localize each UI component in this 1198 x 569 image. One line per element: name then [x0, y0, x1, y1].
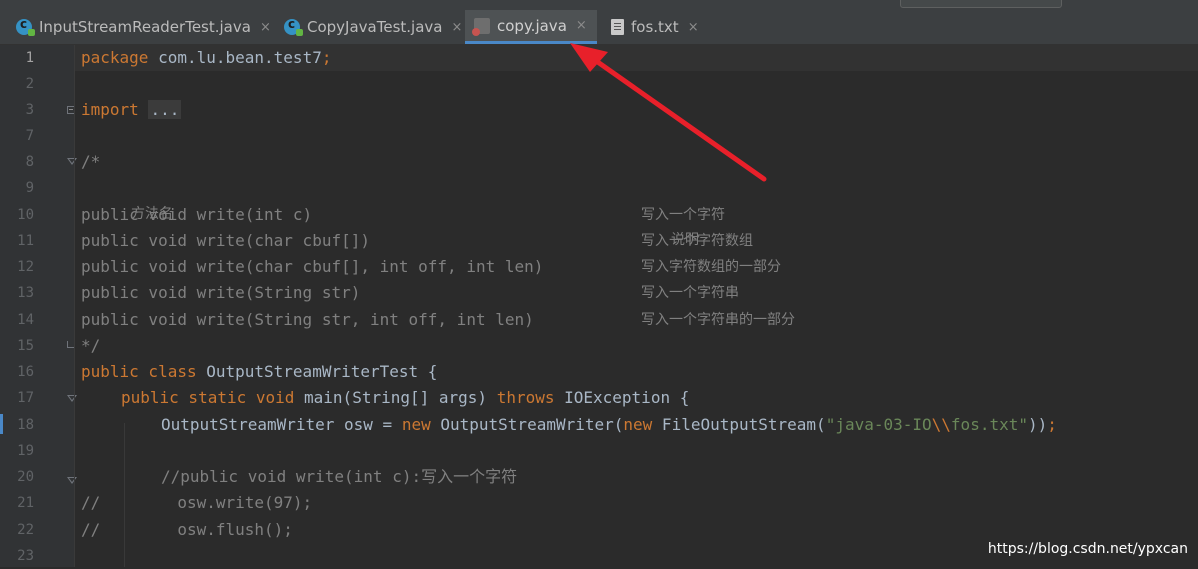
- code-line-12[interactable]: public void write(char cbuf[], int off, …: [81, 254, 1081, 280]
- code-line-10[interactable]: public void write(int c) 写入一个字符: [81, 202, 1081, 228]
- code-line-8[interactable]: /*: [81, 149, 100, 175]
- code-line-13[interactable]: public void write(String str) 写入一个字符串: [81, 280, 1081, 306]
- code-text: OutputStreamWriter(: [430, 415, 624, 434]
- line-number: 17: [17, 390, 34, 406]
- code-line-22[interactable]: // osw.flush();: [81, 517, 293, 543]
- close-icon[interactable]: ×: [451, 20, 462, 35]
- tab-fos-txt[interactable]: fos.txt ×: [603, 10, 703, 44]
- line-number: 9: [25, 180, 34, 196]
- java-class-icon: [284, 17, 303, 36]
- run-config-dropdown[interactable]: [900, 0, 1062, 8]
- keyword: throws: [496, 388, 555, 407]
- code-text: com.lu.bean.test7: [148, 48, 322, 67]
- method-description: 写入字符数组的一部分: [641, 259, 781, 275]
- code-line-9[interactable]: 方法名 说明: [81, 175, 1081, 248]
- line-number: 20: [17, 469, 34, 485]
- keyword: public static void: [121, 388, 295, 407]
- line-number: 22: [17, 522, 34, 538]
- line-number: 7: [25, 128, 34, 144]
- method-description: 写入一个字符数组: [641, 233, 753, 249]
- semicolon: ;: [1047, 415, 1057, 434]
- string-literal: "java-03-IO: [825, 415, 932, 434]
- line-number: 23: [17, 548, 34, 564]
- line-number: 3: [25, 102, 34, 118]
- code-text: OutputStreamWriterTest {: [196, 362, 438, 381]
- change-marker: [0, 414, 3, 434]
- code-text: OutputStreamWriter osw =: [161, 415, 402, 434]
- code-text: main(String[] args): [294, 388, 497, 407]
- fold-collapse-icon[interactable]: [67, 477, 77, 484]
- tab-copy-java[interactable]: copy.java ×: [465, 10, 597, 44]
- fold-collapse-icon[interactable]: [67, 158, 77, 165]
- line-number: 16: [17, 364, 34, 380]
- close-icon[interactable]: ×: [576, 18, 587, 33]
- method-description: 写入一个字符串的一部分: [641, 312, 795, 328]
- method-signature: public void write(String str, int off, i…: [81, 310, 534, 329]
- string-literal: fos.txt": [950, 415, 1028, 434]
- method-signature: public void write(char cbuf[], int off, …: [81, 257, 544, 276]
- line-number: 2: [25, 76, 34, 92]
- line-number: 14: [17, 312, 34, 328]
- comment-text: //public void write(int c):写入一个字符: [161, 467, 518, 486]
- keyword: import: [81, 100, 139, 119]
- code-text: IOException {: [554, 388, 690, 407]
- fold-collapse-icon[interactable]: [67, 395, 77, 402]
- method-signature: public void write(String str): [81, 283, 361, 302]
- escape-sequence: \\: [931, 415, 951, 434]
- code-editor[interactable]: package com.lu.bean.test7; import ... /*…: [75, 45, 1198, 567]
- close-icon[interactable]: ×: [688, 20, 699, 35]
- keyword: new: [623, 415, 653, 434]
- line-number-gutter: 1 2 3 7 8 9 10 11 12 13 14 15 16 17 18 1…: [0, 45, 77, 567]
- tab-input-stream-reader-test[interactable]: InputStreamReaderTest.java ×: [10, 10, 272, 44]
- close-icon[interactable]: ×: [260, 20, 271, 35]
- line-number: 1: [25, 50, 34, 66]
- keyword: public class: [81, 362, 197, 381]
- gutter-separator: [74, 45, 75, 567]
- code-line-11[interactable]: public void write(char cbuf[]) 写入一个字符数组: [81, 228, 1081, 254]
- java-class-icon: [16, 17, 35, 36]
- text-file-icon: [611, 19, 624, 35]
- java-file-icon: [472, 17, 490, 36]
- tab-label: CopyJavaTest.java: [307, 18, 443, 36]
- tab-label: InputStreamReaderTest.java: [39, 18, 251, 36]
- line-number: 15: [17, 338, 34, 354]
- code-line-18[interactable]: OutputStreamWriter osw = new OutputStrea…: [161, 412, 1057, 438]
- code-line-1[interactable]: package com.lu.bean.test7;: [75, 45, 1198, 71]
- line-number: 11: [17, 233, 34, 249]
- method-signature: public void write(int c): [81, 205, 313, 224]
- method-description: 写入一个字符: [641, 207, 725, 223]
- line-number: 10: [17, 207, 34, 223]
- watermark: https://blog.csdn.net/ypxcan: [987, 541, 1188, 557]
- code-line-14[interactable]: public void write(String str, int off, i…: [81, 307, 1081, 333]
- code-line-21[interactable]: // osw.write(97);: [81, 490, 312, 516]
- line-number: 18: [17, 417, 34, 433]
- code-line-16[interactable]: public class OutputStreamWriterTest {: [81, 359, 437, 385]
- code-line-17[interactable]: public static void main(String[] args) t…: [121, 385, 689, 411]
- method-description: 写入一个字符串: [641, 285, 739, 301]
- semicolon: ;: [321, 48, 332, 67]
- code-line-20[interactable]: //public void write(int c):写入一个字符: [161, 464, 517, 490]
- editor-tab-bar: InputStreamReaderTest.java × CopyJavaTes…: [0, 0, 1198, 45]
- code-line-15[interactable]: */: [81, 333, 100, 359]
- line-number: 8: [25, 154, 34, 170]
- tab-label: copy.java: [497, 16, 567, 35]
- code-text: )): [1027, 415, 1048, 434]
- tab-copy-java-test[interactable]: CopyJavaTest.java ×: [278, 10, 463, 44]
- keyword: package: [81, 48, 149, 67]
- keyword: new: [401, 415, 431, 434]
- code-line-3[interactable]: import ...: [81, 97, 182, 123]
- tab-label: fos.txt: [631, 18, 679, 36]
- folded-imports[interactable]: ...: [148, 100, 182, 119]
- code-text: FileOutputStream(: [652, 415, 826, 434]
- line-number: 13: [17, 285, 34, 301]
- line-number: 21: [17, 495, 34, 511]
- method-signature: public void write(char cbuf[]): [81, 231, 370, 250]
- line-number: 19: [17, 443, 34, 459]
- line-number: 12: [17, 259, 34, 275]
